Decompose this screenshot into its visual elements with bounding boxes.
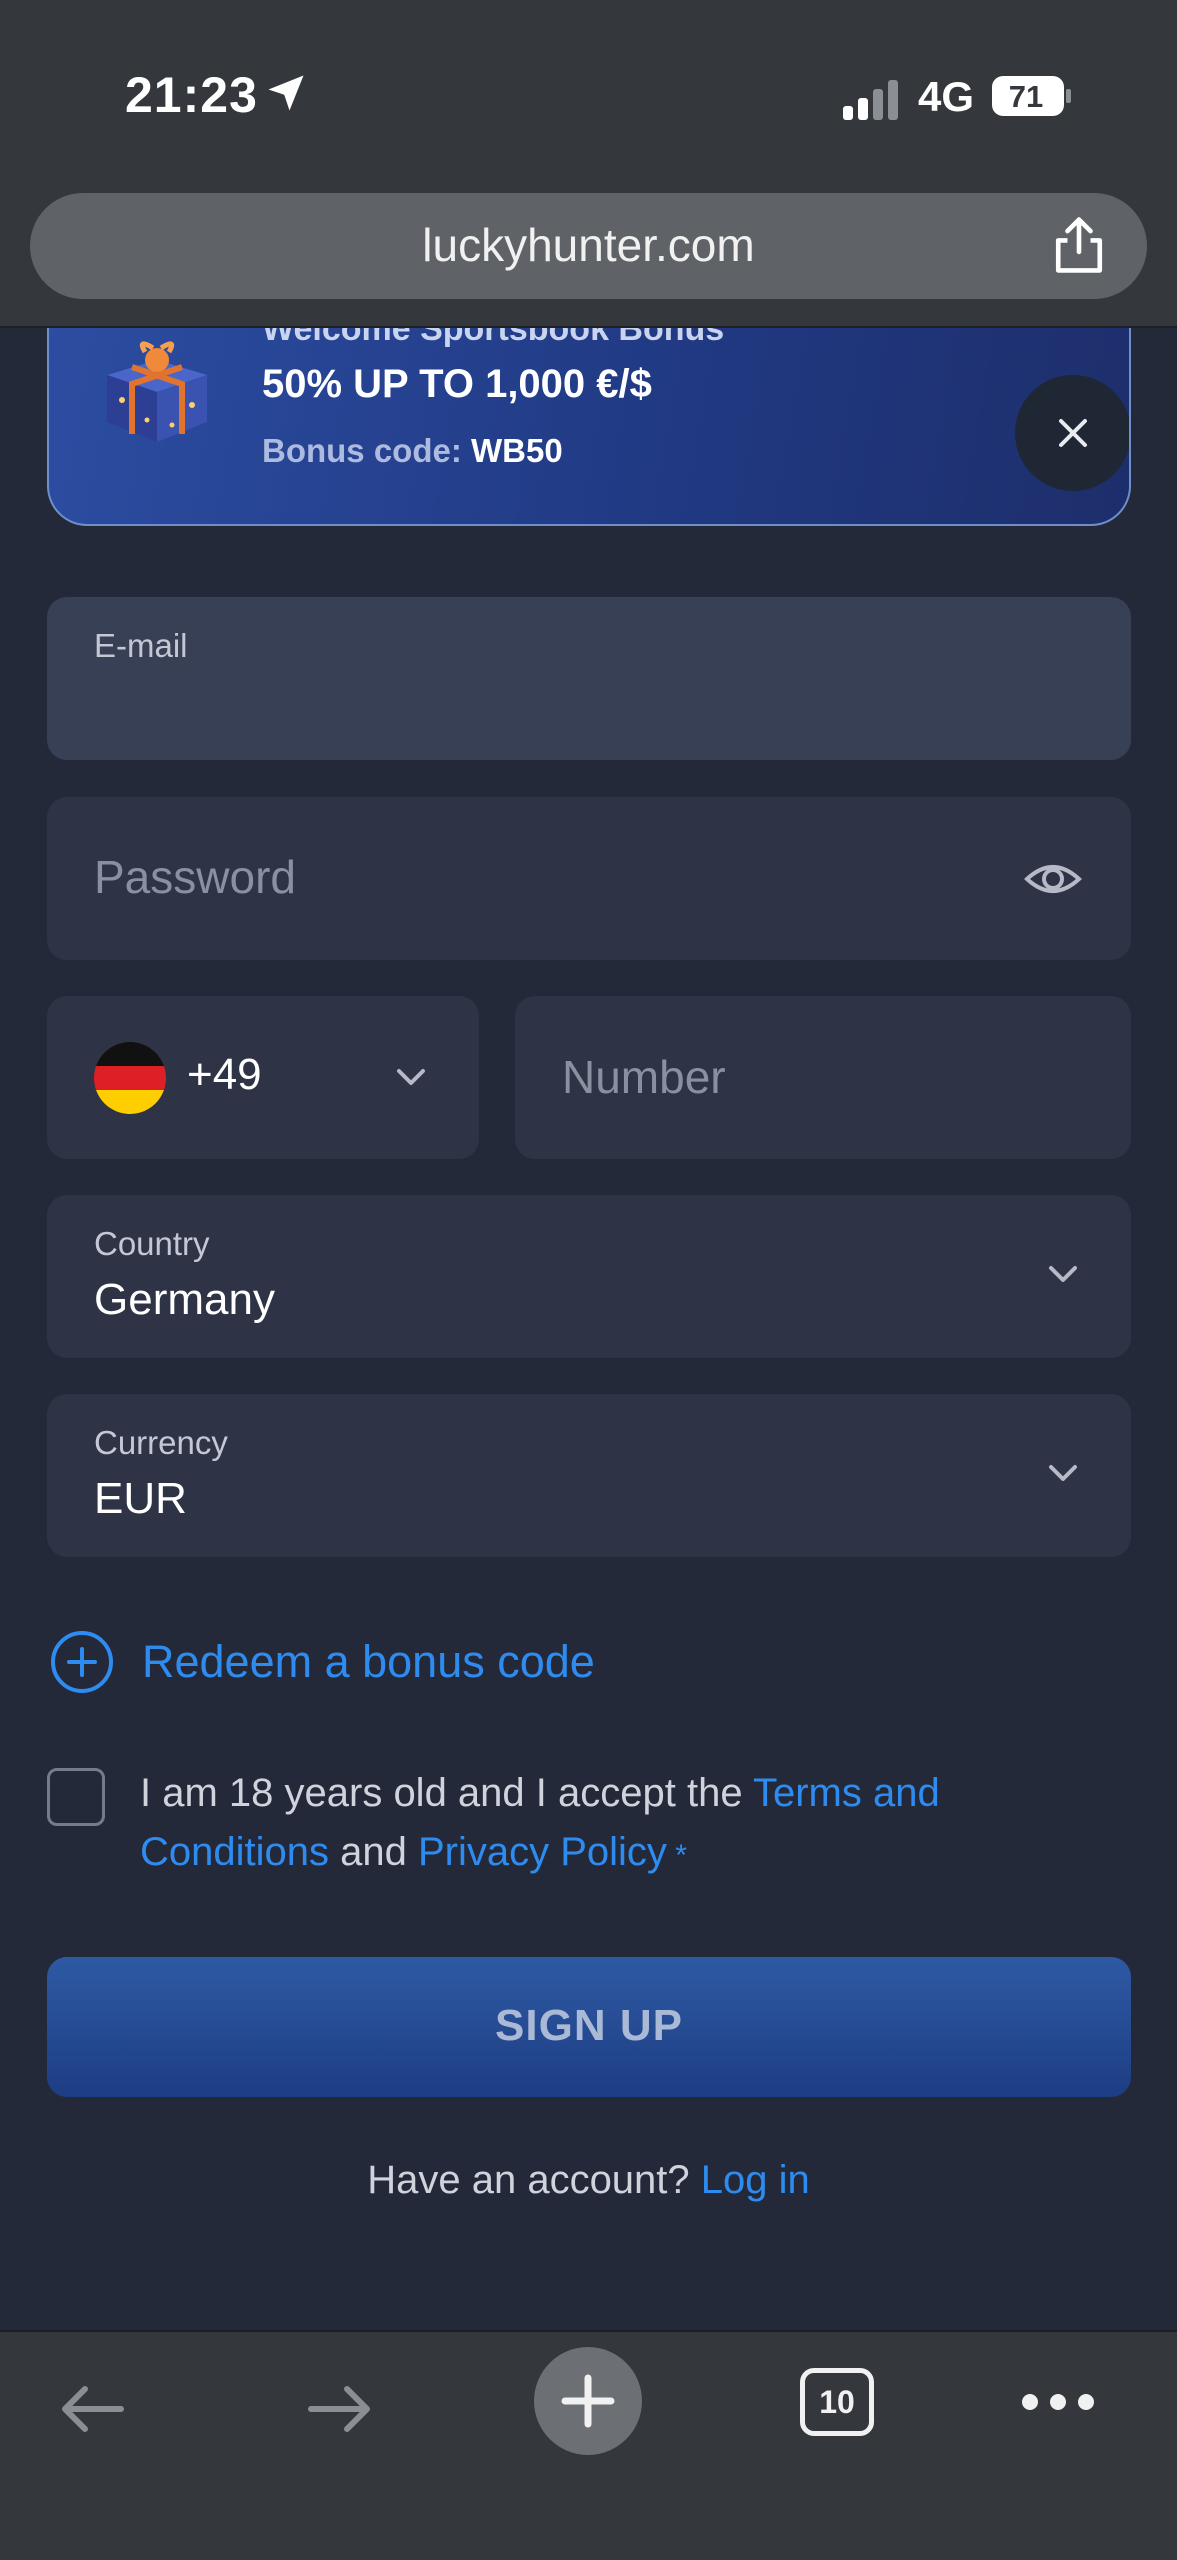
phone-number-field[interactable]: Number bbox=[515, 996, 1131, 1159]
back-arrow-icon[interactable] bbox=[55, 2372, 130, 2447]
forward-arrow-icon[interactable] bbox=[302, 2372, 377, 2447]
country-label: Country bbox=[94, 1225, 210, 1262]
required-mark: * bbox=[666, 1839, 687, 1872]
banner-bonus-code: Bonus code: WB50 bbox=[262, 432, 563, 470]
login-prompt: Have an account? Log in bbox=[0, 2158, 1177, 2203]
address-bar[interactable]: luckyhunter.com bbox=[30, 193, 1147, 299]
terms-and: and bbox=[329, 1830, 418, 1874]
phone-code-value: +49 bbox=[187, 1050, 262, 1099]
sign-up-label: SIGN UP bbox=[495, 2001, 683, 2050]
password-field[interactable]: Password bbox=[47, 797, 1131, 960]
log-in-link[interactable]: Log in bbox=[701, 2158, 810, 2202]
bonus-code-value: WB50 bbox=[471, 432, 563, 469]
chevron-down-icon bbox=[1049, 1465, 1077, 1481]
privacy-policy-link[interactable]: Privacy Policy bbox=[418, 1830, 667, 1874]
login-prompt-text: Have an account? bbox=[367, 2158, 701, 2202]
phone-country-code-select[interactable]: +49 bbox=[47, 996, 479, 1159]
browser-bottom-toolbar: 10 bbox=[0, 2330, 1177, 2560]
new-tab-button[interactable] bbox=[534, 2347, 642, 2455]
location-arrow-icon bbox=[268, 75, 304, 111]
gift-box-icon bbox=[107, 341, 207, 442]
close-icon bbox=[1059, 419, 1087, 447]
battery-level: 71 bbox=[1009, 79, 1043, 114]
terms-text: I am 18 years old and I accept the Terms… bbox=[140, 1764, 1040, 1885]
plus-circle-icon bbox=[51, 1631, 113, 1693]
number-placeholder: Number bbox=[562, 1051, 726, 1103]
battery-icon: 71 bbox=[992, 76, 1071, 116]
currency-label: Currency bbox=[94, 1424, 228, 1461]
url-text: luckyhunter.com bbox=[422, 219, 755, 271]
redeem-label: Redeem a bonus code bbox=[142, 1636, 595, 1687]
share-icon[interactable] bbox=[1051, 215, 1107, 275]
plus-icon bbox=[561, 2374, 615, 2428]
network-type: 4G bbox=[918, 73, 975, 120]
status-bar: 21:23 4G 71 bbox=[0, 60, 1177, 130]
show-password-eye-icon[interactable] bbox=[1023, 849, 1083, 909]
email-label: E-mail bbox=[94, 627, 188, 664]
banner-title: 50% UP TO 1,000 €/$ bbox=[262, 362, 652, 406]
chevron-down-icon bbox=[397, 1069, 425, 1085]
country-value: Germany bbox=[94, 1275, 275, 1324]
germany-flag-icon bbox=[94, 1042, 166, 1114]
cellular-signal-icon bbox=[843, 80, 898, 120]
more-options-icon[interactable] bbox=[1020, 2382, 1096, 2422]
email-field[interactable]: E-mail bbox=[47, 597, 1131, 760]
currency-value: EUR bbox=[94, 1474, 187, 1523]
tab-switcher-button[interactable]: 10 bbox=[800, 2368, 874, 2436]
status-time: 21:23 bbox=[125, 67, 258, 123]
bonus-code-label: Bonus code: bbox=[262, 432, 462, 469]
sign-up-button[interactable]: SIGN UP bbox=[47, 1957, 1131, 2097]
terms-prefix: I am 18 years old and I accept the bbox=[140, 1771, 753, 1815]
country-select[interactable]: Country Germany bbox=[47, 1195, 1131, 1358]
age-terms-checkbox[interactable] bbox=[47, 1768, 105, 1826]
password-placeholder: Password bbox=[94, 851, 296, 903]
browser-top-chrome: 21:23 4G 71 luckyhunter.com bbox=[0, 0, 1177, 328]
chevron-down-icon bbox=[1049, 1266, 1077, 1282]
banner-close-button[interactable] bbox=[1015, 375, 1129, 491]
currency-select[interactable]: Currency EUR bbox=[47, 1394, 1131, 1557]
